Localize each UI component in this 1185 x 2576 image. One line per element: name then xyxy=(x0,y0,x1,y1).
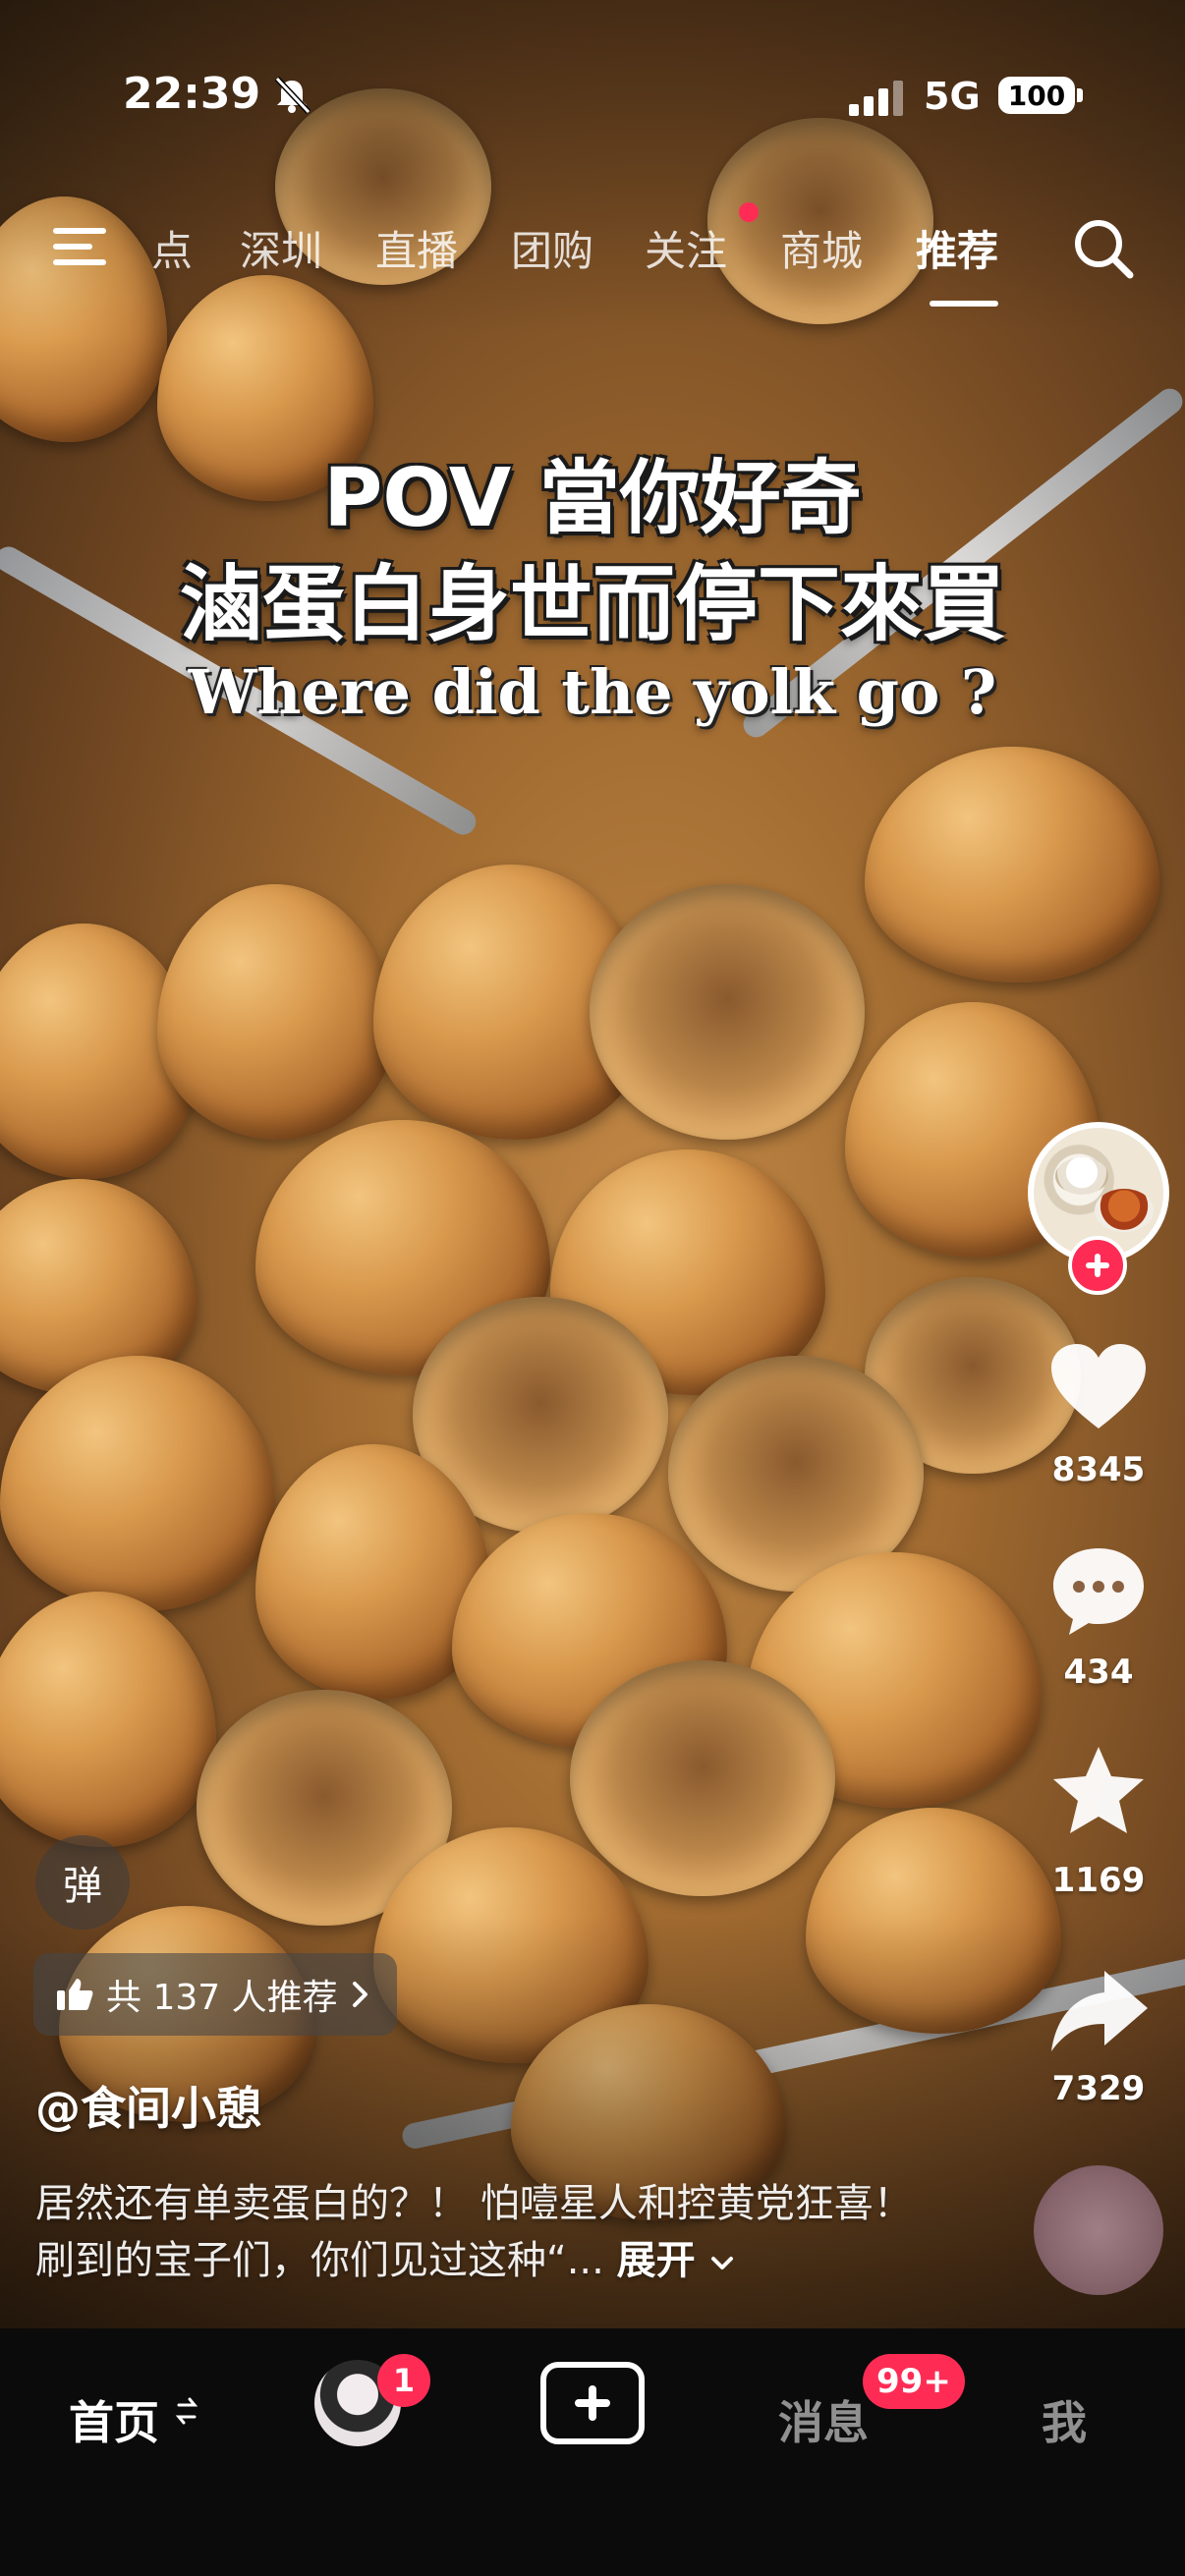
tab-me[interactable]: 我 xyxy=(1042,2387,1087,2452)
video-caption-line2: 滷蛋白身世而停下來買 xyxy=(179,556,1005,652)
danmaku-toggle-button[interactable]: 弹 xyxy=(35,1835,130,1930)
egg-shell xyxy=(590,884,865,1140)
network-type: 5G xyxy=(924,75,981,118)
like-heart-icon[interactable] xyxy=(1044,1338,1154,1436)
egg xyxy=(157,884,393,1140)
favorite-count: 1169 xyxy=(1051,1861,1146,1900)
swap-arrows-icon xyxy=(175,2397,198,2425)
active-tab-indicator xyxy=(930,301,998,307)
battery-tip xyxy=(1077,88,1083,102)
messages-badge: 99+ xyxy=(863,2354,965,2409)
tab-home[interactable]: 首页 xyxy=(69,2387,159,2452)
comment-count: 434 xyxy=(1063,1652,1134,1692)
comment-bubble-icon[interactable] xyxy=(1044,1540,1154,1639)
tab-dian[interactable]: 点 xyxy=(151,218,193,278)
egg xyxy=(0,1592,216,1847)
tab-live[interactable]: 直播 xyxy=(375,218,458,278)
recommend-label: 共 137 人推荐 xyxy=(106,1978,338,2018)
recommend-pill[interactable]: 共 137 人推荐 xyxy=(33,1953,397,2036)
signal-icon xyxy=(849,81,903,116)
egg-shell xyxy=(570,1660,835,1896)
share-count: 7329 xyxy=(1051,2069,1146,2108)
tab-messages[interactable]: 消息 xyxy=(778,2387,869,2452)
post-description[interactable]: 居然还有单卖蛋白的？！ 怕噎星人和控黄党狂喜！ 刷到的宝子们，你们见过这种“..… xyxy=(35,2175,959,2289)
tab-mall[interactable]: 商城 xyxy=(780,218,863,278)
create-post-button[interactable] xyxy=(540,2362,645,2444)
music-disc[interactable] xyxy=(1034,2165,1163,2295)
egg xyxy=(865,747,1159,982)
tab-group-buy[interactable]: 团购 xyxy=(511,218,593,278)
expand-label: 展开 xyxy=(616,2238,696,2283)
tab-home-label: 首页 xyxy=(69,2396,159,2449)
video-caption-line1: POV 當你好奇 xyxy=(323,452,862,545)
chevron-down-icon xyxy=(710,2257,733,2269)
tab-me-label: 我 xyxy=(1042,2396,1087,2449)
search-icon[interactable] xyxy=(1069,214,1138,283)
thumbs-up-icon xyxy=(57,1979,93,2010)
tab-recommended[interactable]: 推荐 xyxy=(916,218,998,278)
like-count: 8345 xyxy=(1051,1450,1146,1489)
plus-icon xyxy=(1086,1254,1109,1277)
video-caption-line3: Where did the yolk go ? xyxy=(188,656,997,728)
chevron-right-icon xyxy=(352,1982,367,2007)
share-arrow-icon[interactable] xyxy=(1044,1963,1154,2061)
expand-button[interactable]: 展开 xyxy=(617,2238,735,2283)
tab-following[interactable]: 关注 xyxy=(645,218,727,278)
danmaku-label: 弹 xyxy=(63,1864,102,1909)
tab-shenzhen[interactable]: 深圳 xyxy=(240,218,322,278)
description-text: 居然还有单卖蛋白的？！ 怕噎星人和控黄党狂喜！ 刷到的宝子们，你们见过这种“..… xyxy=(35,2181,913,2283)
egg xyxy=(0,1356,275,1611)
favorite-star-icon[interactable] xyxy=(1044,1743,1154,1841)
author-name[interactable]: @食间小憩 xyxy=(35,2073,261,2138)
bell-muted-icon xyxy=(274,76,311,115)
friends-badge: 1 xyxy=(377,2354,430,2407)
battery-indicator: 100 xyxy=(998,77,1075,114)
menu-icon[interactable] xyxy=(51,224,114,269)
tab-messages-label: 消息 xyxy=(778,2396,869,2449)
status-time: 22:39 xyxy=(123,69,261,119)
plus-icon xyxy=(575,2385,610,2421)
avatar-rice-bowl xyxy=(1055,1157,1108,1195)
following-notification-dot xyxy=(739,202,759,222)
avatar-dish xyxy=(1095,1189,1154,1232)
follow-button[interactable] xyxy=(1068,1236,1127,1295)
